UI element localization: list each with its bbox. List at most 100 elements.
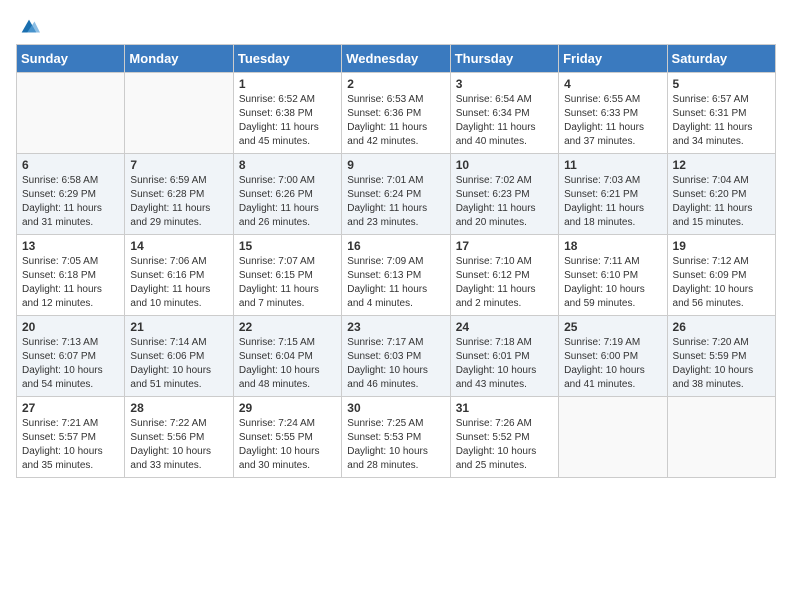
day-info: Sunrise: 7:20 AM Sunset: 5:59 PM Dayligh…	[673, 336, 770, 392]
day-info: Sunrise: 6:54 AM Sunset: 6:34 PM Dayligh…	[456, 93, 553, 149]
day-number: 12	[673, 158, 770, 172]
day-number: 19	[673, 239, 770, 253]
calendar-day-cell: 9Sunrise: 7:01 AM Sunset: 6:24 PM Daylig…	[342, 154, 450, 235]
day-number: 18	[564, 239, 661, 253]
day-info: Sunrise: 7:26 AM Sunset: 5:52 PM Dayligh…	[456, 417, 553, 473]
day-info: Sunrise: 7:21 AM Sunset: 5:57 PM Dayligh…	[22, 417, 119, 473]
calendar-day-cell: 12 Sunrise: 7:04 AM Sunset: 6:20 PM Dayli…	[667, 154, 775, 235]
calendar-header-cell: Thursday	[450, 45, 558, 73]
calendar-day-cell: 26 Sunrise: 7:20 AM Sunset: 5:59 PM Dayli…	[667, 316, 775, 397]
day-info: Sunrise: 7:07 AM Sunset: 6:15 PM Dayligh…	[239, 255, 336, 311]
day-number: 7	[130, 158, 227, 172]
day-info: Sunrise: 7:14 AM Sunset: 6:06 PM Dayligh…	[130, 336, 227, 392]
day-number: 16	[347, 239, 444, 253]
calendar-day-cell: 16 Sunrise: 7:09 AM Sunset: 6:13 PM Dayli…	[342, 235, 450, 316]
day-info: Sunrise: 7:03 AM Sunset: 6:21 PM Dayligh…	[564, 174, 661, 230]
day-number: 30	[347, 401, 444, 415]
day-number: 31	[456, 401, 553, 415]
calendar-body: 1 Sunrise: 6:52 AM Sunset: 6:38 PM Daylig…	[17, 73, 776, 478]
calendar-day-cell: 28Sunrise: 7:22 AM Sunset: 5:56 PM Dayli…	[125, 397, 233, 478]
day-info: Sunrise: 7:19 AM Sunset: 6:00 PM Dayligh…	[564, 336, 661, 392]
page-header	[16, 16, 776, 34]
calendar-day-cell: 18 Sunrise: 7:11 AM Sunset: 6:10 PM Dayli…	[559, 235, 667, 316]
day-info: Sunrise: 7:25 AM Sunset: 5:53 PM Dayligh…	[347, 417, 444, 473]
calendar-day-cell: 7 Sunrise: 6:59 AM Sunset: 6:28 PM Daylig…	[125, 154, 233, 235]
day-info: Sunrise: 6:57 AM Sunset: 6:31 PM Dayligh…	[673, 93, 770, 149]
day-info: Sunrise: 7:24 AM Sunset: 5:55 PM Dayligh…	[239, 417, 336, 473]
day-number: 28	[130, 401, 227, 415]
day-info: Sunrise: 7:09 AM Sunset: 6:13 PM Dayligh…	[347, 255, 444, 311]
calendar-table: SundayMondayTuesdayWednesdayThursdayFrid…	[16, 44, 776, 478]
day-number: 23	[347, 320, 444, 334]
calendar-day-cell: 17 Sunrise: 7:10 AM Sunset: 6:12 PM Dayli…	[450, 235, 558, 316]
logo-icon	[18, 16, 40, 38]
calendar-header-cell: Tuesday	[233, 45, 341, 73]
calendar-day-cell: 10 Sunrise: 7:02 AM Sunset: 6:23 PM Dayli…	[450, 154, 558, 235]
calendar-day-cell	[125, 73, 233, 154]
calendar-day-cell: 27 Sunrise: 7:21 AM Sunset: 5:57 PM Dayli…	[17, 397, 125, 478]
calendar-day-cell: 8 Sunrise: 7:00 AM Sunset: 6:26 PM Daylig…	[233, 154, 341, 235]
day-info: Sunrise: 7:01 AM Sunset: 6:24 PM Dayligh…	[347, 174, 444, 230]
calendar-day-cell: 2Sunrise: 6:53 AM Sunset: 6:36 PM Daylig…	[342, 73, 450, 154]
day-number: 14	[130, 239, 227, 253]
calendar-day-cell: 4 Sunrise: 6:55 AM Sunset: 6:33 PM Daylig…	[559, 73, 667, 154]
calendar-week-row: 27 Sunrise: 7:21 AM Sunset: 5:57 PM Dayli…	[17, 397, 776, 478]
day-number: 20	[22, 320, 119, 334]
calendar-header-cell: Friday	[559, 45, 667, 73]
day-number: 21	[130, 320, 227, 334]
day-info: Sunrise: 6:52 AM Sunset: 6:38 PM Dayligh…	[239, 93, 336, 149]
day-number: 5	[673, 77, 770, 91]
calendar-day-cell: 24Sunrise: 7:18 AM Sunset: 6:01 PM Dayli…	[450, 316, 558, 397]
day-number: 15	[239, 239, 336, 253]
day-number: 3	[456, 77, 553, 91]
calendar-day-cell: 11Sunrise: 7:03 AM Sunset: 6:21 PM Dayli…	[559, 154, 667, 235]
calendar-day-cell: 30 Sunrise: 7:25 AM Sunset: 5:53 PM Dayli…	[342, 397, 450, 478]
day-info: Sunrise: 6:59 AM Sunset: 6:28 PM Dayligh…	[130, 174, 227, 230]
calendar-week-row: 1 Sunrise: 6:52 AM Sunset: 6:38 PM Daylig…	[17, 73, 776, 154]
day-number: 22	[239, 320, 336, 334]
calendar-day-cell: 25 Sunrise: 7:19 AM Sunset: 6:00 PM Dayli…	[559, 316, 667, 397]
day-number: 6	[22, 158, 119, 172]
calendar-day-cell: 6 Sunrise: 6:58 AM Sunset: 6:29 PM Daylig…	[17, 154, 125, 235]
calendar-day-cell: 15 Sunrise: 7:07 AM Sunset: 6:15 PM Dayli…	[233, 235, 341, 316]
day-info: Sunrise: 7:11 AM Sunset: 6:10 PM Dayligh…	[564, 255, 661, 311]
calendar-day-cell: 14 Sunrise: 7:06 AM Sunset: 6:16 PM Dayli…	[125, 235, 233, 316]
calendar-day-cell: 13Sunrise: 7:05 AM Sunset: 6:18 PM Dayli…	[17, 235, 125, 316]
day-number: 10	[456, 158, 553, 172]
day-info: Sunrise: 7:02 AM Sunset: 6:23 PM Dayligh…	[456, 174, 553, 230]
calendar-day-cell	[17, 73, 125, 154]
day-number: 8	[239, 158, 336, 172]
calendar-day-cell: 19 Sunrise: 7:12 AM Sunset: 6:09 PM Dayli…	[667, 235, 775, 316]
day-number: 17	[456, 239, 553, 253]
calendar-day-cell: 31 Sunrise: 7:26 AM Sunset: 5:52 PM Dayli…	[450, 397, 558, 478]
day-info: Sunrise: 7:10 AM Sunset: 6:12 PM Dayligh…	[456, 255, 553, 311]
calendar-header-cell: Sunday	[17, 45, 125, 73]
day-number: 25	[564, 320, 661, 334]
day-info: Sunrise: 7:00 AM Sunset: 6:26 PM Dayligh…	[239, 174, 336, 230]
calendar-day-cell	[559, 397, 667, 478]
day-number: 1	[239, 77, 336, 91]
calendar-day-cell: 20Sunrise: 7:13 AM Sunset: 6:07 PM Dayli…	[17, 316, 125, 397]
calendar-week-row: 13Sunrise: 7:05 AM Sunset: 6:18 PM Dayli…	[17, 235, 776, 316]
day-number: 4	[564, 77, 661, 91]
calendar-day-cell	[667, 397, 775, 478]
calendar-day-cell: 22Sunrise: 7:15 AM Sunset: 6:04 PM Dayli…	[233, 316, 341, 397]
calendar-day-cell: 1 Sunrise: 6:52 AM Sunset: 6:38 PM Daylig…	[233, 73, 341, 154]
day-info: Sunrise: 7:04 AM Sunset: 6:20 PM Dayligh…	[673, 174, 770, 230]
day-number: 29	[239, 401, 336, 415]
calendar-day-cell: 23 Sunrise: 7:17 AM Sunset: 6:03 PM Dayli…	[342, 316, 450, 397]
day-number: 26	[673, 320, 770, 334]
calendar-header-cell: Wednesday	[342, 45, 450, 73]
calendar-day-cell: 21 Sunrise: 7:14 AM Sunset: 6:06 PM Dayli…	[125, 316, 233, 397]
logo	[16, 16, 40, 34]
calendar-header-cell: Monday	[125, 45, 233, 73]
day-number: 13	[22, 239, 119, 253]
calendar-header-row: SundayMondayTuesdayWednesdayThursdayFrid…	[17, 45, 776, 73]
day-info: Sunrise: 7:17 AM Sunset: 6:03 PM Dayligh…	[347, 336, 444, 392]
day-info: Sunrise: 7:06 AM Sunset: 6:16 PM Dayligh…	[130, 255, 227, 311]
day-info: Sunrise: 7:12 AM Sunset: 6:09 PM Dayligh…	[673, 255, 770, 311]
day-number: 27	[22, 401, 119, 415]
day-info: Sunrise: 6:58 AM Sunset: 6:29 PM Dayligh…	[22, 174, 119, 230]
day-number: 24	[456, 320, 553, 334]
day-info: Sunrise: 6:55 AM Sunset: 6:33 PM Dayligh…	[564, 93, 661, 149]
